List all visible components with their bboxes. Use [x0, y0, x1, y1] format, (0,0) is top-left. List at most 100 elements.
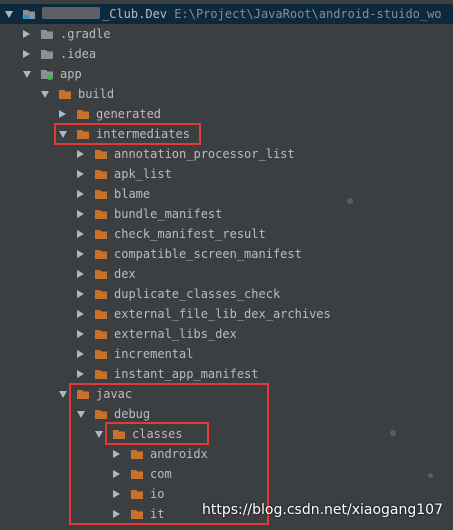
tree-row-label: annotation_processor_list [114, 147, 295, 161]
expand-arrow-icon[interactable] [77, 290, 84, 298]
folder-icon [95, 270, 107, 279]
module-folder-icon [41, 70, 53, 80]
tree-row[interactable]: intermediates [0, 124, 453, 144]
expand-arrow-icon[interactable] [5, 11, 13, 18]
tree-row-label: bundle_manifest [114, 207, 223, 221]
expand-arrow-icon[interactable] [113, 470, 120, 478]
tree-row[interactable]: build [0, 84, 453, 104]
tree-row[interactable]: com [0, 464, 453, 484]
folder-icon [131, 470, 143, 479]
tree-row[interactable]: incremental [0, 344, 453, 364]
tree-row[interactable]: external_file_lib_dex_archives [0, 304, 453, 324]
tree-row[interactable]: .gradle [0, 24, 453, 44]
tree-row-label: .idea [60, 47, 97, 61]
collapse-arrow-icon[interactable] [59, 391, 67, 398]
tree-row[interactable]: debug [0, 404, 453, 424]
folder-icon [95, 230, 107, 239]
expand-arrow-icon[interactable] [77, 210, 84, 218]
expand-arrow-icon[interactable] [23, 50, 30, 58]
tree-row-label: io [150, 487, 165, 501]
tree-row-label: classes [132, 427, 183, 441]
tree-row[interactable]: .idea [0, 44, 453, 64]
tree-row-label: .gradle [60, 27, 111, 41]
tree-row-label: com [150, 467, 172, 481]
collapse-arrow-icon[interactable] [77, 411, 85, 418]
expand-arrow-icon[interactable] [77, 170, 84, 178]
folder-icon [77, 130, 89, 139]
tree-root-row[interactable]: _Club.Dev E:\Project\JavaRoot\android-st… [0, 4, 453, 24]
folder-icon [95, 350, 107, 359]
tree-row[interactable]: check_manifest_result [0, 224, 453, 244]
expand-arrow-icon[interactable] [77, 230, 84, 238]
expand-arrow-icon[interactable] [113, 490, 120, 498]
folder-icon [41, 30, 53, 39]
tree-row-label: compatible_screen_manifest [114, 247, 302, 261]
collapse-arrow-icon[interactable] [41, 91, 49, 98]
tree-row-label: incremental [114, 347, 194, 361]
tree-row[interactable]: apk_list [0, 164, 453, 184]
tree-row[interactable]: classes [0, 424, 453, 444]
collapse-arrow-icon[interactable] [23, 71, 31, 78]
expand-arrow-icon[interactable] [59, 110, 66, 118]
tree-row-label: instant_app_manifest [114, 367, 259, 381]
tree-row[interactable]: external_libs_dex [0, 324, 453, 344]
project-folder-icon [23, 10, 35, 19]
expand-arrow-icon[interactable] [77, 310, 84, 318]
expand-arrow-icon[interactable] [77, 270, 84, 278]
decorative-dot [390, 430, 396, 436]
collapse-arrow-icon[interactable] [59, 131, 67, 138]
tree-row-label: check_manifest_result [114, 227, 266, 241]
collapse-arrow-icon[interactable] [95, 431, 103, 438]
folder-icon [95, 210, 107, 219]
folder-icon [95, 150, 107, 159]
folder-icon [95, 290, 107, 299]
expand-arrow-icon[interactable] [77, 150, 84, 158]
watermark: https://blog.csdn.net/xiaogang107 [201, 502, 443, 518]
tree-row[interactable]: compatible_screen_manifest [0, 244, 453, 264]
expand-arrow-icon[interactable] [77, 370, 84, 378]
folder-icon [59, 90, 71, 99]
tree-row-label: debug [114, 407, 151, 421]
tree-row-label: androidx [150, 447, 208, 461]
folder-icon [95, 310, 107, 319]
decorative-dot [347, 198, 353, 204]
folder-icon [131, 450, 143, 459]
folder-icon [131, 490, 143, 499]
tree-row[interactable]: dex [0, 264, 453, 284]
tree-row[interactable]: bundle_manifest [0, 204, 453, 224]
tree-row[interactable]: generated [0, 104, 453, 124]
expand-arrow-icon[interactable] [113, 510, 120, 518]
expand-arrow-icon[interactable] [77, 190, 84, 198]
tree-row[interactable]: app [0, 64, 453, 84]
expand-arrow-icon[interactable] [77, 250, 84, 258]
expand-arrow-icon[interactable] [77, 350, 84, 358]
redacted-name [42, 7, 100, 19]
folder-icon [95, 170, 107, 179]
tree-row[interactable]: androidx [0, 444, 453, 464]
folder-icon [113, 430, 125, 439]
expand-arrow-icon[interactable] [113, 450, 120, 458]
tree-row-label: apk_list [114, 167, 172, 181]
expand-arrow-icon[interactable] [23, 30, 30, 38]
tree-row[interactable]: instant_app_manifest [0, 364, 453, 384]
folder-icon [95, 370, 107, 379]
tree-row[interactable]: duplicate_classes_check [0, 284, 453, 304]
tree-row-label: blame [114, 187, 151, 201]
folder-icon [95, 410, 107, 419]
tree-row[interactable]: io [0, 484, 453, 504]
folder-icon [95, 250, 107, 259]
tree-row-label: duplicate_classes_check [114, 287, 281, 301]
tree-row[interactable]: blame [0, 184, 453, 204]
tree-row-label: dex [114, 267, 136, 281]
folder-icon [77, 110, 89, 119]
expand-arrow-icon[interactable] [77, 330, 84, 338]
project-tree: _Club.Dev E:\Project\JavaRoot\android-st… [0, 0, 453, 530]
tree-row-label: javac [96, 387, 133, 401]
folder-icon [95, 330, 107, 339]
tree-row[interactable]: javac [0, 384, 453, 404]
tree-row[interactable]: annotation_processor_list [0, 144, 453, 164]
tree-root-label: _Club.Dev E:\Project\JavaRoot\android-st… [42, 4, 442, 24]
tree-row-label: external_libs_dex [114, 327, 237, 341]
tree-row-label: external_file_lib_dex_archives [114, 307, 331, 321]
folder-icon [41, 50, 53, 59]
